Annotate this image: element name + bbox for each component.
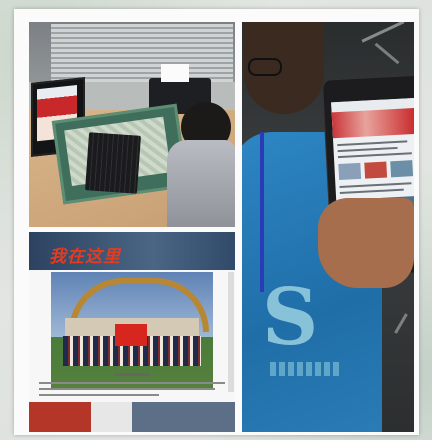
article-scrollbar xyxy=(228,272,234,392)
window-blinds xyxy=(51,24,233,82)
tablet-text-line xyxy=(339,182,412,189)
tablet-text-line xyxy=(339,188,404,195)
student-hand xyxy=(318,198,414,288)
lanyard xyxy=(260,132,264,292)
article-photo-flag xyxy=(115,324,147,346)
keyboard xyxy=(85,132,141,194)
tablet-banner-image xyxy=(331,107,414,139)
tablet-text-line xyxy=(337,152,412,159)
tablet-text-line xyxy=(337,140,408,147)
article-text-line xyxy=(39,394,159,396)
article-footer-strip xyxy=(29,402,235,432)
tablet-thumbnail xyxy=(338,162,362,181)
tablet-text-line xyxy=(337,146,398,153)
tablet-thumbnail xyxy=(390,160,414,178)
news-article-photo: 我在这里 xyxy=(29,232,235,432)
student-head xyxy=(244,22,324,114)
glasses xyxy=(248,58,282,76)
article-banner: 我在这里 xyxy=(29,232,235,270)
article-text-line xyxy=(39,388,215,390)
shirt-print xyxy=(270,362,340,376)
shirt-letter-graphic: S xyxy=(262,272,319,363)
tablet-photo: S xyxy=(242,22,414,432)
article-caption-line xyxy=(115,373,149,376)
office-desk-photo xyxy=(29,22,235,227)
chalk-mark xyxy=(394,313,408,334)
article-text-line xyxy=(39,382,225,384)
article-banner-title: 我在这里 xyxy=(49,247,121,267)
person-body xyxy=(167,140,235,227)
chalk-mark xyxy=(374,42,400,65)
printer-paper xyxy=(161,64,189,82)
tablet-thumbnail xyxy=(364,161,388,179)
chalk-mark xyxy=(361,22,405,43)
